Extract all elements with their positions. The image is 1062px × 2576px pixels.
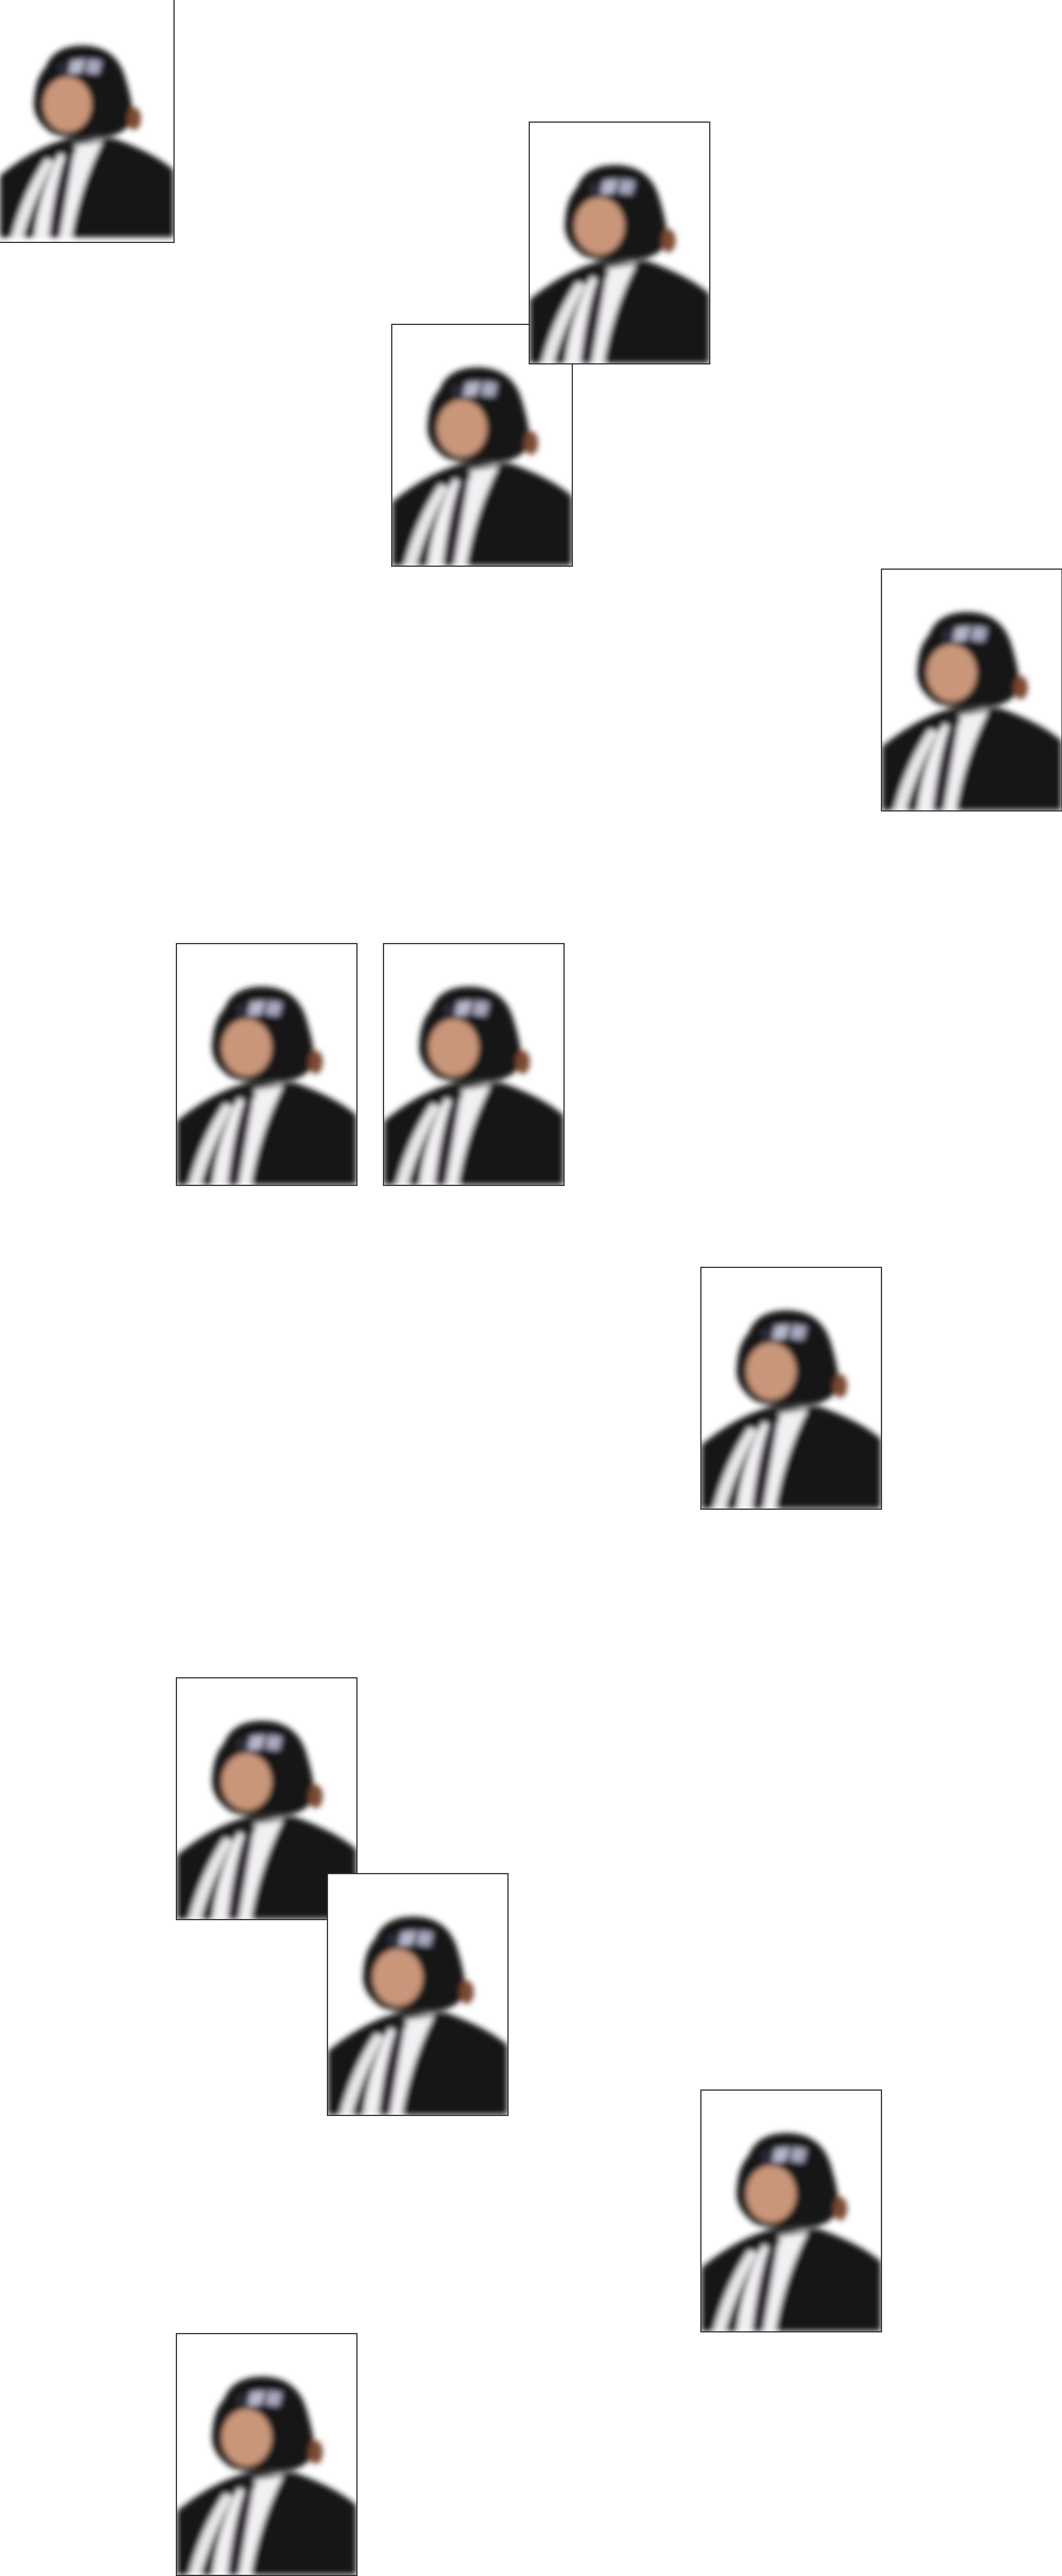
chimp-image [177, 944, 356, 1185]
chimp-image [702, 1268, 881, 1509]
chimp-photo [881, 569, 1062, 811]
chimp-photo [327, 1873, 509, 2116]
chimp-photo [176, 943, 358, 1186]
chimp-photo [700, 2089, 882, 2332]
chimp-image [882, 570, 1061, 810]
chimp-image [384, 944, 563, 1185]
chimp-image [702, 2091, 881, 2331]
chimp-image [328, 1874, 507, 2115]
chimp-image [0, 0, 173, 242]
chimp-photo [529, 121, 710, 364]
chimp-image [177, 2334, 356, 2575]
chimp-photo [383, 943, 565, 1186]
chimp-photo [0, 0, 175, 243]
chimp-photo [176, 2333, 358, 2576]
chimp-image [530, 123, 709, 363]
chimp-photo [700, 1267, 882, 1510]
